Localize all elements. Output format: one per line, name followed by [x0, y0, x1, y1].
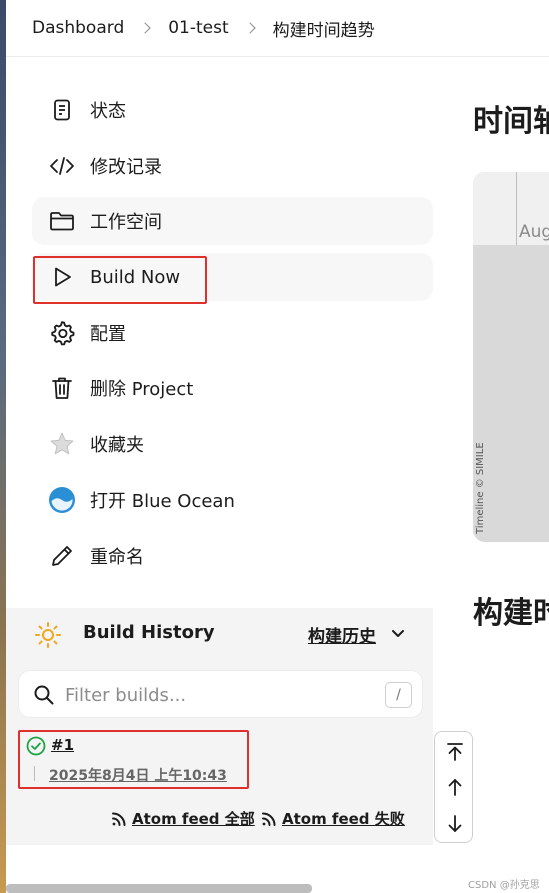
build-trend-link[interactable]: 构建历史 — [308, 622, 376, 647]
nav-item-rename[interactable]: 重命名 — [32, 532, 433, 580]
scroll-top-button[interactable] — [435, 734, 474, 770]
nav-label: 收藏夹 — [90, 435, 144, 457]
atom-feed-all-link[interactable]: Atom feed 全部 — [110, 808, 255, 829]
side-nav: 状态 修改记录 工作空间 Build Now 配置 删除 Project 收藏夹… — [32, 86, 433, 587]
blue-ocean-icon — [48, 486, 76, 514]
folder-icon — [48, 207, 76, 235]
search-icon — [33, 684, 55, 706]
timeline-widget[interactable]: Aug Timeline © SIMILE — [473, 172, 549, 542]
chevron-right-icon — [243, 20, 259, 36]
nav-item-blue-ocean[interactable]: 打开 Blue Ocean — [32, 476, 433, 524]
watermark: CSDN @孙克思 — [468, 880, 540, 891]
nav-label: 修改记录 — [90, 156, 162, 178]
rss-icon — [262, 812, 276, 826]
nav-label: 配置 — [90, 323, 126, 345]
nav-label: 工作空间 — [90, 212, 162, 234]
nav-item-configure[interactable]: 配置 — [32, 309, 433, 357]
nav-label: Build Now — [90, 266, 181, 288]
sun-icon — [34, 621, 62, 649]
build-history-header: Build History 构建历史 — [6, 608, 433, 660]
arrow-up-icon — [448, 779, 461, 796]
arrow-to-top-icon — [446, 743, 463, 761]
rss-icon — [112, 812, 126, 826]
play-icon — [48, 263, 76, 291]
chevron-down-icon[interactable] — [391, 626, 405, 640]
nav-item-delete[interactable]: 删除 Project — [32, 364, 433, 412]
nav-label: 重命名 — [90, 546, 144, 568]
nav-item-status[interactable]: 状态 — [32, 86, 433, 134]
breadcrumb-dashboard[interactable]: Dashboard — [32, 18, 124, 38]
pencil-icon — [48, 542, 76, 570]
build-date-link[interactable]: 2025年8月4日 上午10:43 — [49, 765, 227, 785]
trend-heading: 构建时 — [473, 596, 549, 631]
nav-label: 状态 — [90, 101, 126, 122]
gear-icon — [48, 319, 76, 347]
build-history-title: Build History — [83, 622, 215, 643]
nav-item-changes[interactable]: 修改记录 — [32, 142, 433, 190]
atom-feed-all-label: Atom feed 全部 — [132, 810, 255, 828]
atom-feed-failed-link[interactable]: Atom feed 失败 — [260, 808, 405, 829]
breadcrumb: Dashboard 01-test 构建时间趋势 — [6, 0, 549, 57]
timeline-divider — [516, 172, 517, 245]
build-history-panel: Build History 构建历史 / #1 2025年8月4日 上午10:4… — [6, 608, 433, 845]
history-scroll-controls — [434, 731, 473, 843]
filter-builds-box: / — [18, 670, 423, 718]
build-divider — [34, 766, 35, 781]
timeline-month-label: Aug — [519, 222, 549, 242]
trash-icon — [48, 374, 76, 402]
nav-item-workspace[interactable]: 工作空间 — [32, 197, 433, 246]
atom-feed-failed-label: Atom feed 失败 — [282, 810, 405, 828]
success-check-icon — [26, 736, 46, 756]
star-icon — [48, 430, 76, 458]
filter-builds-input[interactable] — [65, 683, 365, 707]
timeline-credit: Timeline © SIMILE — [475, 442, 486, 534]
scroll-up-button[interactable] — [435, 769, 474, 805]
breadcrumb-project[interactable]: 01-test — [168, 18, 228, 38]
arrow-down-icon — [448, 815, 461, 832]
nav-item-build-now[interactable]: Build Now — [32, 253, 433, 302]
scroll-down-button[interactable] — [435, 806, 474, 842]
breadcrumb-current[interactable]: 构建时间趋势 — [273, 16, 375, 41]
chevron-right-icon — [138, 20, 154, 36]
horizontal-scrollbar[interactable] — [6, 884, 312, 893]
timeline-heading: 时间轴 — [473, 104, 549, 139]
nav-label: 删除 Project — [90, 379, 194, 401]
build-number-link[interactable]: #1 — [51, 736, 74, 754]
keyboard-shortcut-badge: / — [385, 682, 412, 708]
build-row[interactable]: #1 2025年8月4日 上午10:43 — [12, 728, 432, 790]
nav-item-favorite[interactable]: 收藏夹 — [32, 420, 433, 468]
nav-label: 打开 Blue Ocean — [90, 490, 235, 512]
document-icon — [48, 96, 76, 124]
code-icon — [48, 152, 76, 180]
